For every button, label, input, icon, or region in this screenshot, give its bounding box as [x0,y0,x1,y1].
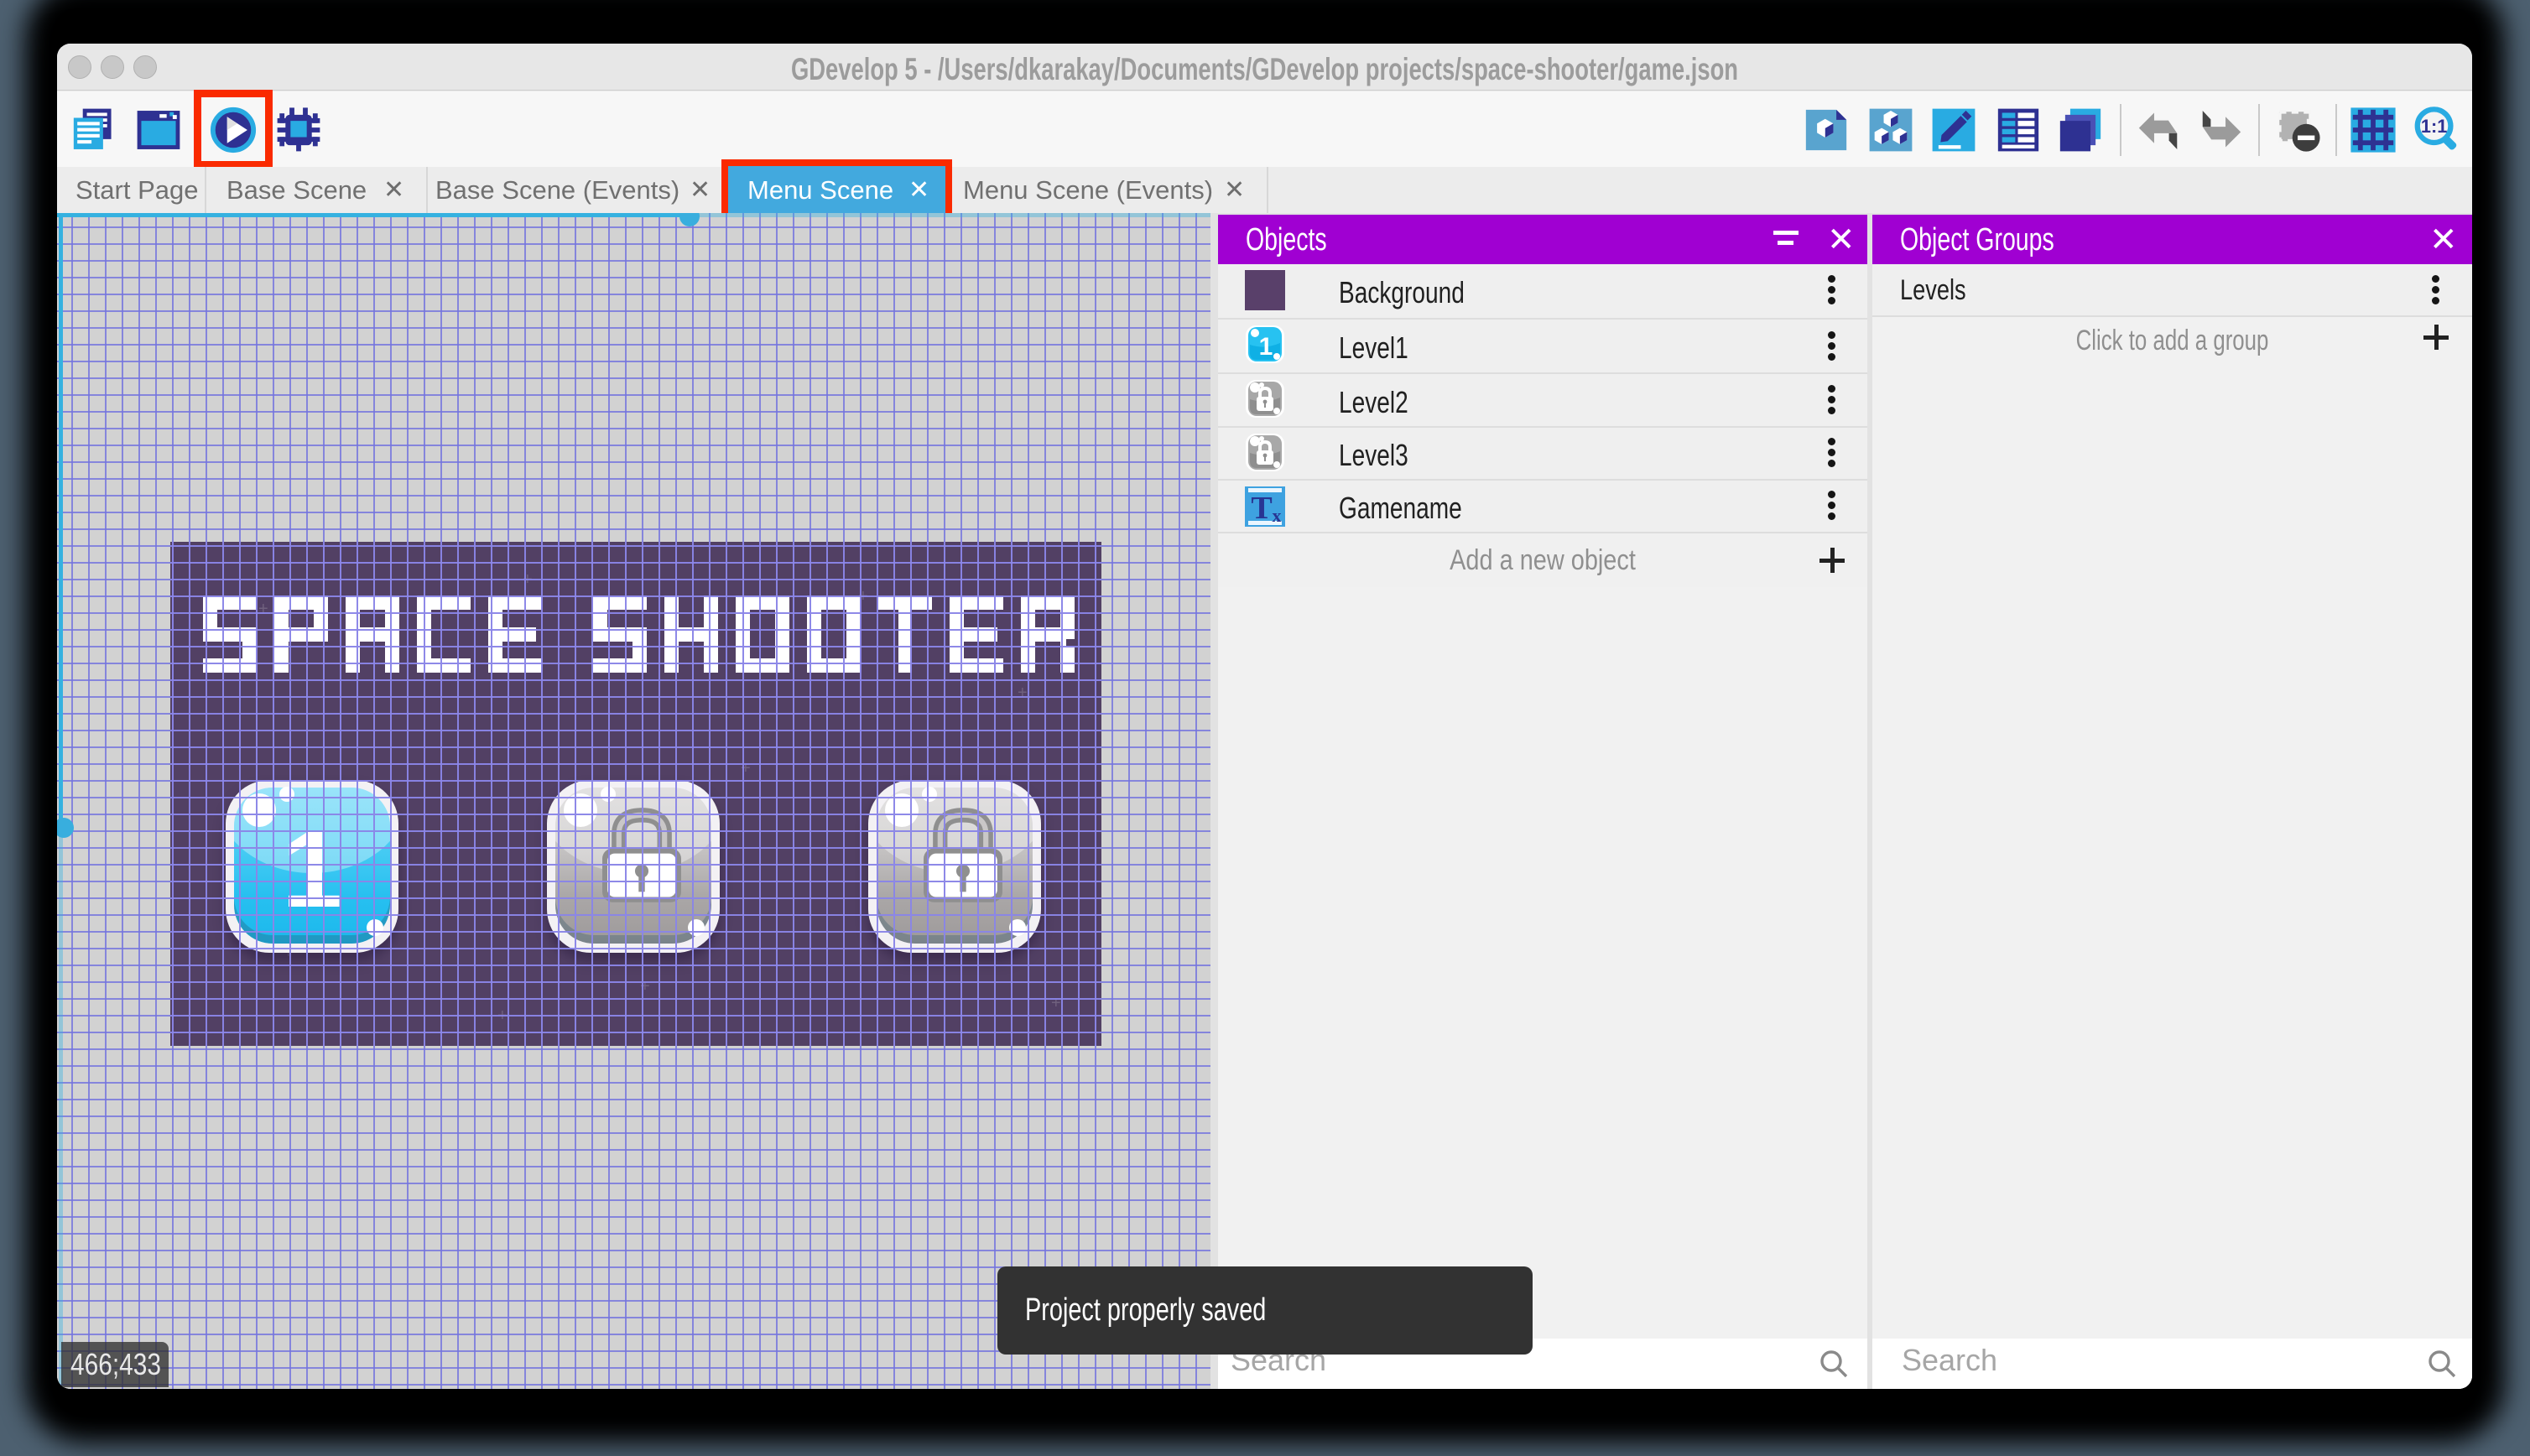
svg-text:x: x [1273,505,1282,526]
svg-text:T: T [1251,491,1272,526]
svg-text:1:1: 1:1 [2421,116,2447,137]
svg-text:1: 1 [1259,333,1273,361]
